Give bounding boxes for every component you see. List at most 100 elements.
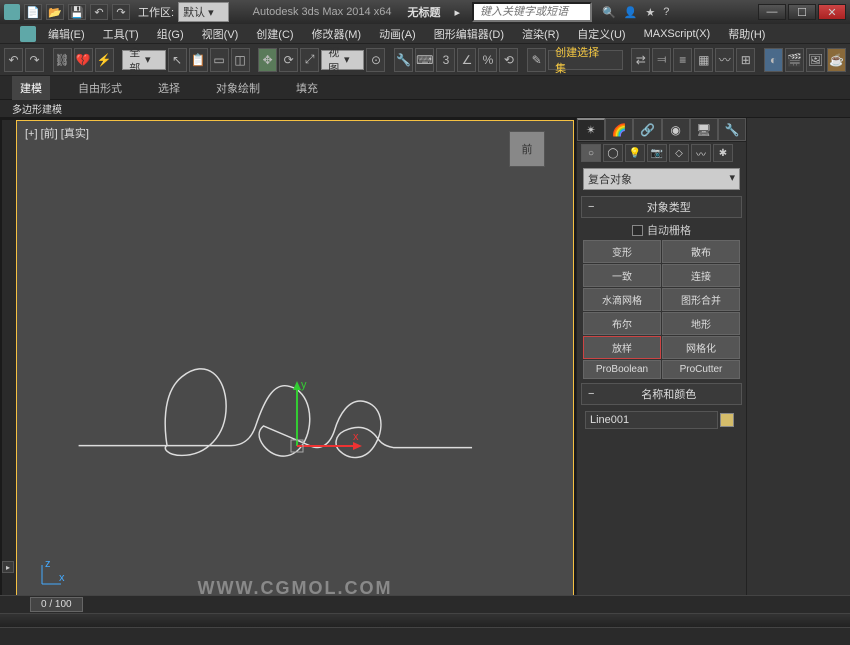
display-panel-tab[interactable]: 🖥: [690, 118, 718, 141]
obj-btn-shapemerge[interactable]: 图形合并: [662, 288, 740, 311]
ribbon-tab-freeform[interactable]: 自由形式: [70, 76, 130, 100]
rendered-frame-button[interactable]: 🖼: [806, 48, 825, 72]
rotate-button[interactable]: ⟳: [279, 48, 298, 72]
layers-button[interactable]: ≡: [673, 48, 692, 72]
obj-btn-proboolean[interactable]: ProBoolean: [583, 360, 661, 379]
obj-btn-morph[interactable]: 变形: [583, 240, 661, 263]
edit-named-sel-button[interactable]: ✎: [527, 48, 546, 72]
select-region-button[interactable]: ▭: [210, 48, 229, 72]
systems-subtab[interactable]: ✱: [713, 144, 733, 162]
app-menu-icon[interactable]: [20, 26, 36, 42]
menu-grapheditors[interactable]: 图形编辑器(D): [428, 24, 510, 44]
keyboard-shortcut-button[interactable]: ⌨: [415, 48, 434, 72]
obj-btn-terrain[interactable]: 地形: [662, 312, 740, 335]
viewport-front[interactable]: 3DXY.COM [+] [前] [真实] 前 y x: [16, 120, 574, 604]
hierarchy-panel-tab[interactable]: 🔗: [633, 118, 661, 141]
snap-toggle-button[interactable]: 3: [436, 48, 455, 72]
menu-render[interactable]: 渲染(R): [516, 24, 565, 44]
object-color-swatch[interactable]: [720, 413, 734, 427]
menu-view[interactable]: 视图(V): [196, 24, 245, 44]
align-button[interactable]: ⫤: [652, 48, 671, 72]
render-setup-button[interactable]: 🎬: [785, 48, 804, 72]
ribbon-tab-selection[interactable]: 选择: [150, 76, 188, 100]
schematic-view-button[interactable]: ⊞: [736, 48, 755, 72]
obj-btn-boolean[interactable]: 布尔: [583, 312, 661, 335]
bind-spacewarp-button[interactable]: ⚡: [95, 48, 114, 72]
autogrid-checkbox[interactable]: [632, 225, 643, 236]
ribbon-tab-populate[interactable]: 填充: [288, 76, 326, 100]
ref-coord-dropdown[interactable]: 视图 ▾: [321, 50, 364, 70]
minimize-button[interactable]: —: [758, 4, 786, 20]
title-play-icon[interactable]: ▸: [454, 6, 460, 19]
infocenter-icon[interactable]: 🔍: [602, 6, 616, 19]
cameras-subtab[interactable]: 📷: [647, 144, 667, 162]
spacewarps-subtab[interactable]: 〰: [691, 144, 711, 162]
spinner-snap-button[interactable]: ⟲: [499, 48, 518, 72]
shapes-subtab[interactable]: ◯: [603, 144, 623, 162]
maximize-button[interactable]: ☐: [788, 4, 816, 20]
scale-button[interactable]: ⤢: [300, 48, 319, 72]
obj-btn-scatter[interactable]: 散布: [662, 240, 740, 263]
menu-tools[interactable]: 工具(T): [97, 24, 145, 44]
menu-modifiers[interactable]: 修改器(M): [306, 24, 368, 44]
named-selection-dropdown[interactable]: 创建选择集: [548, 50, 623, 70]
ribbon-tab-modeling[interactable]: 建模: [12, 76, 50, 100]
redo-icon[interactable]: ↷: [112, 4, 130, 20]
help-icon[interactable]: ?: [663, 6, 669, 18]
manipulate-button[interactable]: 🔧: [394, 48, 413, 72]
helpers-subtab[interactable]: ◇: [669, 144, 689, 162]
select-object-button[interactable]: ↖: [168, 48, 187, 72]
close-button[interactable]: ✕: [818, 4, 846, 20]
geometry-subtab[interactable]: ○: [581, 144, 601, 162]
workspace-dropdown[interactable]: 默认 ▾: [178, 2, 229, 22]
obj-btn-conform[interactable]: 一致: [583, 264, 661, 287]
menu-animation[interactable]: 动画(A): [373, 24, 422, 44]
time-slider[interactable]: 0 / 100: [30, 597, 83, 612]
angle-snap-button[interactable]: ∠: [457, 48, 476, 72]
time-slider-bar[interactable]: 0 / 100: [0, 595, 850, 613]
rollout-name-color[interactable]: −名称和颜色: [581, 383, 742, 405]
percent-snap-button[interactable]: %: [478, 48, 497, 72]
lights-subtab[interactable]: 💡: [625, 144, 645, 162]
undo-icon[interactable]: ↶: [90, 4, 108, 20]
app-icon[interactable]: [4, 4, 20, 20]
curve-editor-button[interactable]: 〰: [715, 48, 734, 72]
obj-btn-procutter[interactable]: ProCutter: [662, 360, 740, 379]
window-crossing-button[interactable]: ◫: [231, 48, 250, 72]
object-name-input[interactable]: [585, 411, 718, 429]
modify-panel-tab[interactable]: 🌈: [605, 118, 633, 141]
signin-icon[interactable]: 👤: [624, 6, 638, 19]
timeline-expand-button[interactable]: ▸: [2, 561, 14, 573]
new-icon[interactable]: 📄: [24, 4, 42, 20]
menu-create[interactable]: 创建(C): [250, 24, 299, 44]
mirror-button[interactable]: ⇄: [631, 48, 650, 72]
save-icon[interactable]: 💾: [68, 4, 86, 20]
undo-button[interactable]: ↶: [4, 48, 23, 72]
material-editor-button[interactable]: ◐: [764, 48, 783, 72]
motion-panel-tab[interactable]: ◉: [662, 118, 690, 141]
graphite-button[interactable]: ▦: [694, 48, 713, 72]
render-button[interactable]: ☕: [827, 48, 846, 72]
menu-group[interactable]: 组(G): [151, 24, 190, 44]
pivot-center-button[interactable]: ⊙: [366, 48, 385, 72]
rollout-object-type[interactable]: −对象类型: [581, 196, 742, 218]
redo-button[interactable]: ↷: [25, 48, 44, 72]
menu-maxscript[interactable]: MAXScript(X): [638, 26, 717, 42]
create-panel-tab[interactable]: ✴: [577, 118, 605, 141]
selection-filter-dropdown[interactable]: 全部 ▾: [122, 50, 165, 70]
menu-edit[interactable]: 编辑(E): [42, 24, 91, 44]
select-by-name-button[interactable]: 📋: [189, 48, 208, 72]
favorites-icon[interactable]: ★: [645, 6, 655, 19]
ribbon-poly-label[interactable]: 多边形建模: [12, 101, 62, 116]
link-button[interactable]: ⛓: [53, 48, 72, 72]
open-icon[interactable]: 📂: [46, 4, 64, 20]
utilities-panel-tab[interactable]: 🔧: [718, 118, 746, 141]
obj-btn-blobmesh[interactable]: 水滴网格: [583, 288, 661, 311]
search-input[interactable]: [472, 2, 592, 22]
obj-btn-loft[interactable]: 放样: [583, 336, 661, 359]
ribbon-tab-objectpaint[interactable]: 对象绘制: [208, 76, 268, 100]
obj-btn-mesher[interactable]: 网格化: [662, 336, 740, 359]
track-bar[interactable]: [0, 613, 850, 627]
menu-customize[interactable]: 自定义(U): [571, 24, 631, 44]
unlink-button[interactable]: 💔: [74, 48, 93, 72]
